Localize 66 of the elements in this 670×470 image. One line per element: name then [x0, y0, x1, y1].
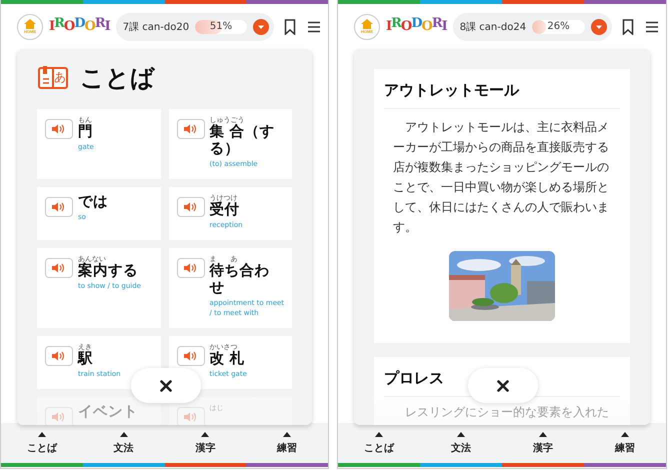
up-triangle-icon	[38, 432, 46, 436]
dropdown-icon[interactable]	[253, 18, 269, 34]
menu-icon[interactable]	[308, 20, 320, 32]
speaker-icon	[52, 263, 66, 273]
house-icon	[361, 19, 373, 29]
close-icon	[160, 380, 172, 392]
lesson-selector[interactable]: 8課 can-do24 26%	[452, 12, 612, 40]
progress-percent: 51%	[210, 21, 232, 32]
nav-tab[interactable]: ことば	[1, 423, 83, 463]
bookmark-icon[interactable]	[622, 18, 634, 34]
close-icon	[497, 380, 509, 392]
up-triangle-icon	[375, 432, 383, 436]
house-icon	[24, 19, 36, 29]
lesson-label: 8課 can-do24	[460, 20, 526, 34]
close-button[interactable]	[468, 368, 538, 403]
vocabulary-word: では	[78, 194, 108, 211]
up-triangle-icon	[120, 432, 128, 436]
article-title: アウトレットモール	[384, 81, 620, 109]
book-icon: あ	[38, 66, 68, 90]
logo[interactable]: IRODORI	[386, 19, 447, 34]
vocabulary-word: イベント	[78, 404, 138, 421]
up-triangle-icon	[539, 432, 547, 436]
section-title: ことば	[80, 63, 155, 94]
bookmark-icon[interactable]	[284, 18, 296, 34]
article-text: アウトレットモールは、主に衣料品メーカーが工場からの商品を直接販売する店が複数集まったショッピングモールのことで、一日中買い物が楽しめる場所として、休日にはたくさんの人で賑わいます。	[393, 119, 610, 236]
nav-tab[interactable]: 文法	[420, 423, 502, 463]
progress-percent: 26%	[547, 21, 570, 32]
logo[interactable]: IRODORI	[49, 19, 110, 34]
audio-button[interactable]	[176, 346, 204, 366]
lesson-label: 7課 can-do20	[122, 20, 190, 34]
audio-button[interactable]	[176, 197, 204, 217]
vocabulary-word: 集 合（する）	[210, 124, 276, 158]
vocabulary-word: 案内する	[78, 263, 139, 280]
dropdown-icon[interactable]	[591, 18, 607, 34]
nav-tab[interactable]: 漢字	[164, 423, 246, 463]
nav-tab[interactable]: 練習	[584, 423, 666, 463]
vocabulary-word: 改 札	[210, 351, 246, 368]
speaker-icon	[52, 202, 66, 212]
speaker-icon	[184, 263, 198, 273]
menu-icon[interactable]	[646, 20, 658, 32]
up-triangle-icon	[457, 432, 465, 436]
audio-button[interactable]	[45, 258, 73, 278]
audio-button[interactable]	[45, 119, 73, 139]
vocabulary-word: 門	[78, 124, 94, 141]
nav-tab[interactable]: 漢字	[502, 423, 584, 463]
speaker-icon	[184, 124, 198, 134]
vocabulary-word: 駅	[78, 351, 94, 368]
up-triangle-icon	[621, 432, 629, 436]
audio-button[interactable]	[176, 258, 204, 278]
audio-button[interactable]	[45, 197, 73, 217]
up-triangle-icon	[283, 432, 292, 436]
vocabulary-word: 受付	[210, 202, 240, 219]
nav-tab[interactable]: 練習	[246, 423, 328, 463]
audio-button[interactable]	[176, 119, 204, 139]
nav-tab[interactable]: ことば	[338, 423, 420, 463]
vocabulary-word: 待ち合わせ	[210, 263, 270, 297]
up-triangle-icon	[201, 432, 210, 436]
lesson-selector[interactable]: 7課 can-do20 51%	[116, 12, 274, 40]
nav-tab[interactable]: 文法	[82, 423, 164, 463]
speaker-icon	[52, 351, 66, 361]
audio-button[interactable]	[45, 346, 73, 366]
close-button[interactable]	[131, 368, 201, 403]
speaker-icon	[184, 351, 198, 361]
article-text: レスリングにショー的な要素を入れた	[404, 404, 610, 421]
speaker-icon	[184, 202, 198, 212]
speaker-icon	[52, 124, 66, 134]
